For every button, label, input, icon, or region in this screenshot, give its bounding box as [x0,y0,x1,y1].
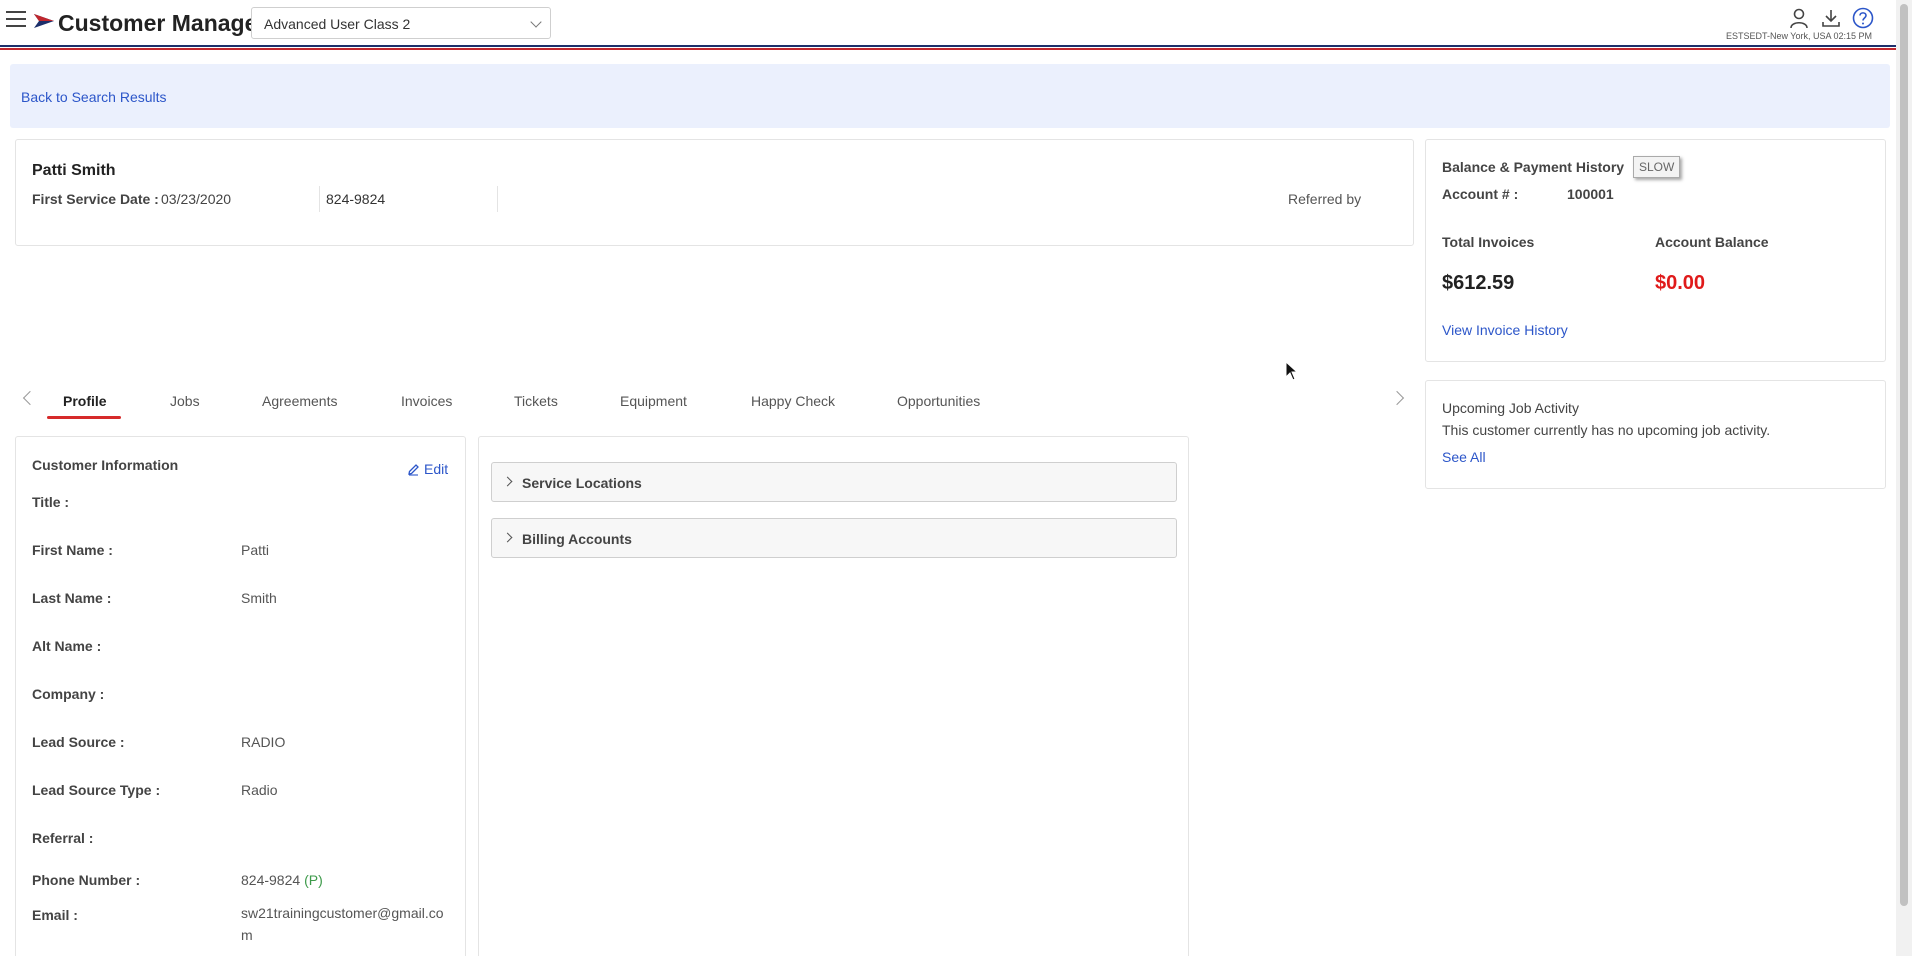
billing-accounts-accordion[interactable]: Billing Accounts [491,518,1177,558]
balance-card: Balance & Payment History SLOW Account #… [1425,139,1886,362]
divider [319,186,320,212]
tab-scroll-right-icon[interactable] [1389,390,1405,406]
back-banner: Back to Search Results [10,64,1890,128]
edit-button[interactable]: Edit [407,461,448,477]
edit-label: Edit [424,461,449,477]
account-balance-label: Account Balance [1655,234,1769,250]
customer-phone: 824-9824 [326,191,386,207]
phone-number-label: Phone Number : [32,872,141,888]
role-dropdown-value: Advanced User Class 2 [264,16,411,32]
view-invoice-history-link[interactable]: View Invoice History [1442,322,1568,338]
mouse-cursor-icon [1285,361,1299,381]
accordion-label: Billing Accounts [522,531,632,547]
total-invoices-label: Total Invoices [1442,234,1535,250]
account-number-label: Account # : [1442,186,1519,202]
back-to-search-link[interactable]: Back to Search Results [21,89,167,105]
chevron-right-icon [502,532,513,543]
tab-invoices[interactable]: Invoices [401,393,452,409]
customer-information-title: Customer Information [32,457,179,473]
help-icon[interactable] [1852,7,1874,29]
referred-by-label: Referred by [1288,191,1362,207]
tab-bar: Profile Jobs Agreements Invoices Tickets… [15,385,1414,425]
user-icon[interactable] [1788,7,1810,29]
locations-accounts-panel: Service Locations Billing Accounts [478,436,1189,956]
scrollbar-thumb[interactable] [1900,4,1908,906]
chevron-down-icon [530,16,542,28]
active-tab-indicator [47,416,121,419]
logo-icon [34,14,54,28]
lead-source-type-label: Lead Source Type : [32,782,161,798]
header-stripe [0,45,1896,50]
customer-header-card: Patti Smith First Service Date : 03/23/2… [15,139,1414,246]
tab-agreements[interactable]: Agreements [262,393,337,409]
download-icon[interactable] [1820,7,1842,29]
menu-icon[interactable] [6,11,26,29]
upcoming-title: Upcoming Job Activity [1442,400,1579,416]
balance-title: Balance & Payment History [1442,159,1625,175]
tab-jobs[interactable]: Jobs [170,393,200,409]
service-locations-accordion[interactable]: Service Locations [491,462,1177,502]
app-title: Customer Manager [58,10,267,36]
company-label: Company : [32,686,105,702]
tab-equipment[interactable]: Equipment [620,393,687,409]
header-icons [1788,7,1874,29]
phone-number-value: 824-9824 [241,872,301,888]
tab-opportunities[interactable]: Opportunities [897,393,980,409]
divider [497,186,498,212]
tab-profile[interactable]: Profile [63,393,107,409]
upcoming-message: This customer currently has no upcoming … [1442,422,1771,438]
first-service-date-value: 03/23/2020 [161,191,232,207]
tab-happy-check[interactable]: Happy Check [751,393,835,409]
tab-scroll-left-icon[interactable] [22,390,38,406]
email-value: sw21trainingcustomer@gmail.com [241,905,444,943]
timezone-label: ESTSEDT-New York, USA 02:15 PM [1725,31,1872,41]
accordion-label: Service Locations [522,475,642,491]
alt-name-label: Alt Name : [32,638,102,654]
see-all-link[interactable]: See All [1442,449,1486,465]
title-label: Title : [32,494,70,510]
lead-source-type-value: Radio [241,782,278,798]
phone-number-row: 824-9824 (P) [241,872,323,888]
upcoming-activity-card: Upcoming Job Activity This customer curr… [1425,380,1886,489]
lead-source-label: Lead Source : [32,734,125,750]
top-bar: Customer Manager Advanced User Class 2 E… [0,0,1896,46]
account-number-value: 100001 [1567,186,1614,202]
customer-information-panel: Customer Information Edit Title : First … [15,436,466,956]
first-name-value: Patti [241,542,270,558]
first-name-label: First Name : [32,542,113,558]
last-name-value: Smith [241,590,277,606]
first-service-date-label: First Service Date : [32,191,159,207]
account-balance-value: $0.00 [1655,272,1706,294]
chevron-right-icon [502,476,513,487]
total-invoices-value: $612.59 [1442,272,1515,294]
referral-label: Referral : [32,830,94,846]
email-label: Email : [32,907,78,923]
tab-tickets[interactable]: Tickets [514,393,558,409]
last-name-label: Last Name : [32,590,112,606]
status-badge: SLOW [1633,156,1681,178]
customer-name: Patti Smith [32,162,116,179]
page-scrollbar[interactable] [1896,0,1912,956]
role-dropdown[interactable]: Advanced User Class 2 [251,7,551,39]
pencil-icon [408,463,419,476]
lead-source-value: RADIO [241,734,286,750]
phone-type-tag: (P) [304,872,323,888]
